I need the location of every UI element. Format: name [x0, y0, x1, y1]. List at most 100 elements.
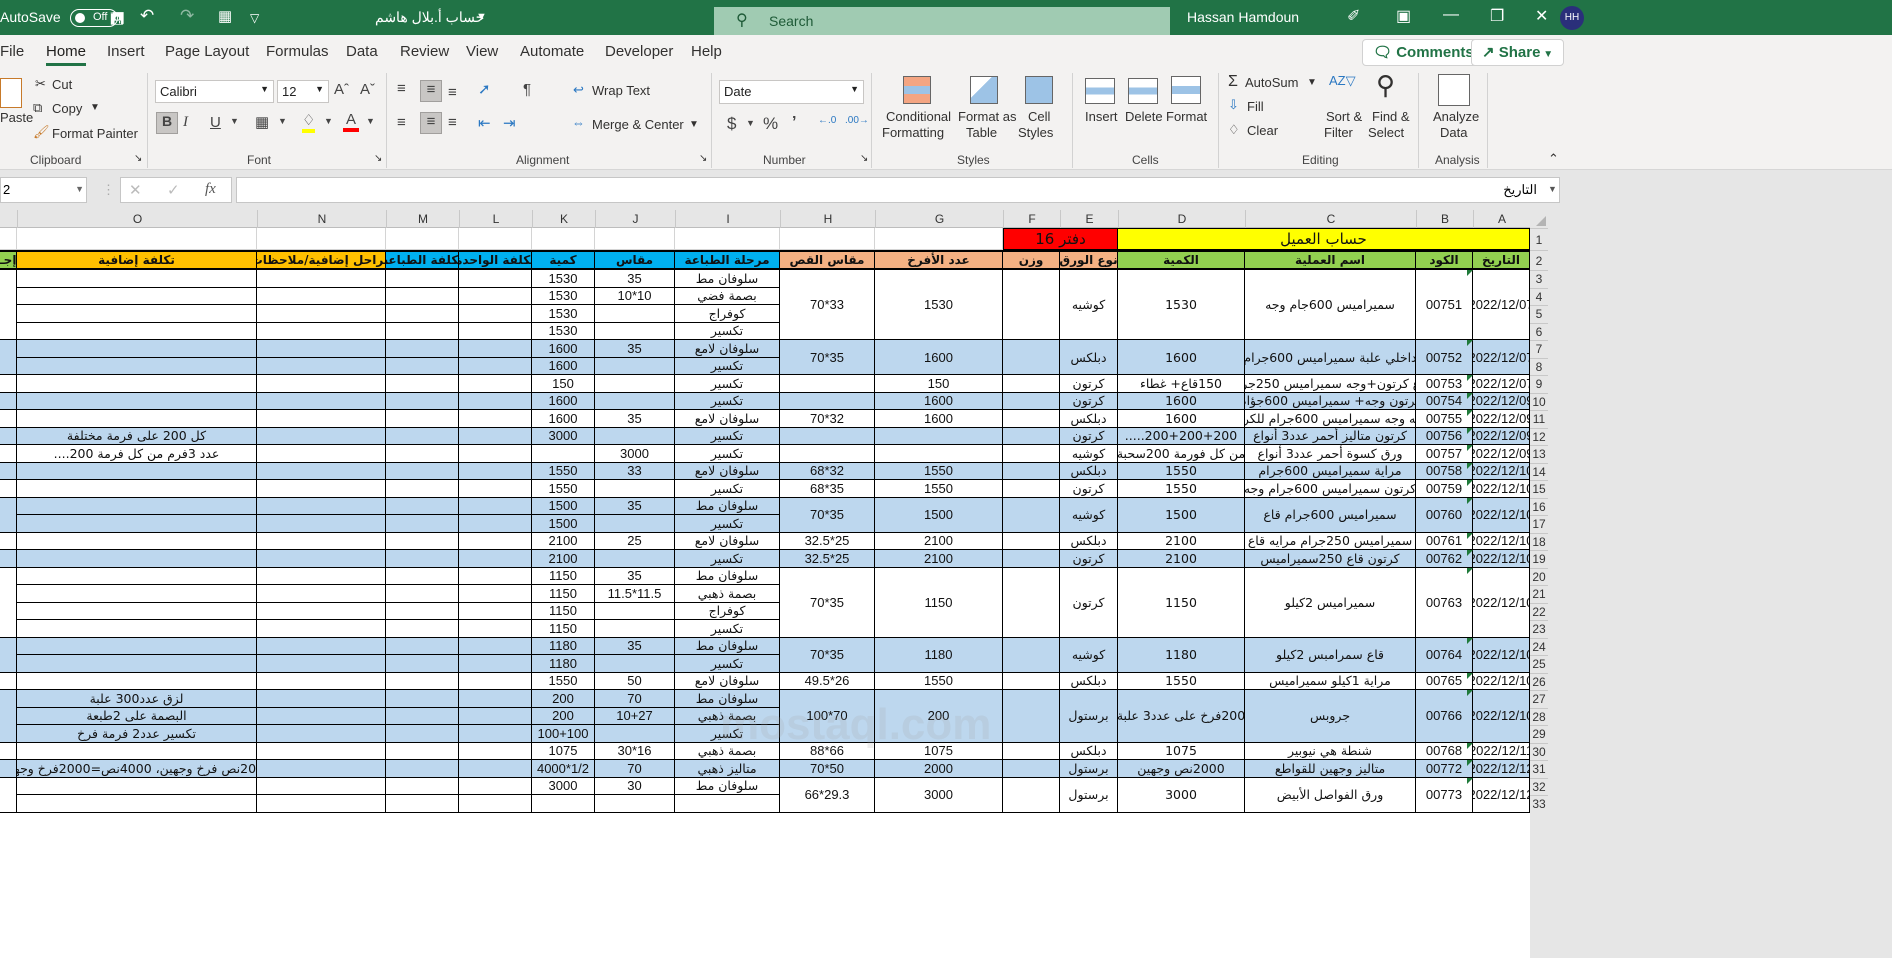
notes-cell[interactable]	[257, 305, 386, 323]
cut-size-cell[interactable]	[780, 445, 875, 463]
weight-cell[interactable]	[1003, 270, 1060, 340]
quantity-cell[interactable]: 200+200+200.....	[1118, 427, 1245, 445]
print-cost-cell[interactable]	[386, 287, 459, 305]
weight-cell[interactable]	[1003, 567, 1060, 638]
unit-cost-cell[interactable]	[459, 760, 532, 778]
date-cell[interactable]: 2022/12/10	[1473, 690, 1530, 743]
print-cost-cell[interactable]	[386, 480, 459, 498]
cut-size-cell[interactable]: 70*35	[780, 340, 875, 375]
unit-cost-cell[interactable]	[459, 567, 532, 585]
count-cell[interactable]: 1600	[532, 357, 595, 375]
sheets-cell[interactable]: 1600	[875, 392, 1003, 410]
sheets-cell[interactable]: 2000	[875, 760, 1003, 778]
header-cell-c[interactable]: اسم العملية	[1245, 250, 1416, 270]
total-cell[interactable]	[0, 637, 17, 673]
code-cell[interactable]: 00759	[1416, 480, 1473, 498]
date-cell[interactable]: 2022/12/12	[1473, 760, 1530, 778]
select-all-button[interactable]	[1530, 210, 1548, 228]
sheets-cell[interactable]: 3000	[875, 777, 1003, 813]
unit-cost-cell[interactable]	[459, 392, 532, 410]
header-cell-b[interactable]: الكود	[1416, 250, 1473, 270]
extra-cost-cell[interactable]	[17, 602, 257, 620]
notebook-cell[interactable]: دفتر 16	[1003, 228, 1118, 250]
format-cells-button[interactable]: Format	[1166, 109, 1207, 124]
paper-type-cell[interactable]: دبلكس	[1060, 340, 1118, 375]
weight-cell[interactable]	[1003, 550, 1060, 568]
count-cell[interactable]: 1550	[532, 462, 595, 480]
print-stage-cell[interactable]: سلوفان لامع	[675, 532, 780, 550]
sheets-cell[interactable]	[875, 445, 1003, 463]
row-header[interactable]: 22	[1530, 602, 1548, 621]
count-cell[interactable]: 1530	[532, 287, 595, 305]
chevron-down-icon[interactable]: ▼	[278, 116, 287, 126]
row-header[interactable]: 29	[1530, 725, 1548, 743]
unit-cost-cell[interactable]	[459, 375, 532, 393]
size-cell[interactable]	[595, 602, 675, 620]
header-cell-n[interactable]: مراحل إضافية/ملاحظات	[257, 250, 386, 270]
header-cell-p[interactable]: إجـ	[0, 250, 17, 270]
clear-button[interactable]: Clear	[1247, 123, 1278, 138]
quantity-cell[interactable]: 1530	[1118, 270, 1245, 340]
dialog-launcher-icon[interactable]: ↘	[374, 153, 382, 164]
fill-color-icon[interactable]: ♢	[302, 111, 316, 133]
cut-size-cell[interactable]: 68*35	[780, 480, 875, 498]
sheets-cell[interactable]: 2100	[875, 532, 1003, 550]
chevron-down-icon[interactable]: ▼	[324, 116, 333, 126]
quantity-cell[interactable]: 1180	[1118, 637, 1245, 673]
sheets-cell[interactable]: 1600	[875, 340, 1003, 375]
notes-cell[interactable]	[257, 427, 386, 445]
total-cell[interactable]	[0, 567, 17, 638]
date-cell[interactable]: 2022/12/12	[1473, 777, 1530, 813]
sheets-cell[interactable]	[875, 427, 1003, 445]
font-color-icon[interactable]: A	[343, 111, 359, 132]
notes-cell[interactable]	[257, 602, 386, 620]
cut-size-cell[interactable]: 32.5*25	[780, 532, 875, 550]
paper-type-cell[interactable]: كوشيه	[1060, 270, 1118, 340]
code-cell[interactable]: 00761	[1416, 532, 1473, 550]
unit-cost-cell[interactable]	[459, 497, 532, 515]
header-cell-d[interactable]: الكمية	[1118, 250, 1245, 270]
notes-cell[interactable]	[257, 620, 386, 638]
expand-formula-icon[interactable]: ▼	[1548, 184, 1557, 194]
undo-icon[interactable]: ↶	[140, 6, 154, 26]
total-cell[interactable]	[0, 777, 17, 813]
unit-cost-cell[interactable]	[459, 707, 532, 725]
cut-size-cell[interactable]: 70*35	[780, 497, 875, 533]
comma-button[interactable]: ’	[792, 114, 796, 132]
row-header[interactable]: 23	[1530, 620, 1548, 638]
column-header-b[interactable]: B	[1416, 210, 1473, 228]
total-cell[interactable]	[0, 532, 17, 550]
quantity-cell[interactable]: 150قاع+ غطاء	[1118, 375, 1245, 393]
header-cell-e[interactable]: نوع الورق	[1060, 250, 1118, 270]
extra-cost-cell[interactable]	[17, 672, 257, 690]
quantity-cell[interactable]: 1550	[1118, 462, 1245, 480]
print-stage-cell[interactable]: تكسير	[675, 375, 780, 393]
notes-cell[interactable]	[257, 515, 386, 533]
size-cell[interactable]	[595, 375, 675, 393]
unit-cost-cell[interactable]	[459, 480, 532, 498]
extra-cost-cell[interactable]	[17, 357, 257, 375]
extra-cost-cell[interactable]	[17, 410, 257, 428]
date-cell[interactable]: 2022/12/10	[1473, 462, 1530, 480]
code-cell[interactable]: 00765	[1416, 672, 1473, 690]
align-center-icon[interactable]: ≡	[420, 112, 442, 134]
unit-cost-cell[interactable]	[459, 305, 532, 323]
workbook-name[interactable]: حساب أ.بلال هاشم	[375, 9, 484, 26]
empty-cell[interactable]	[0, 228, 17, 250]
unit-cost-cell[interactable]	[459, 427, 532, 445]
print-cost-cell[interactable]	[386, 672, 459, 690]
total-cell[interactable]	[0, 672, 17, 690]
paper-type-cell[interactable]: كرتون	[1060, 480, 1118, 498]
job-name-cell[interactable]: مرايه وجه سميراميس 600جرام للكرتون	[1245, 410, 1416, 428]
count-cell[interactable]: 4000*1/2	[532, 760, 595, 778]
row-header[interactable]: 11	[1530, 410, 1548, 428]
count-cell[interactable]: 1600	[532, 392, 595, 410]
total-cell[interactable]	[0, 445, 17, 463]
weight-cell[interactable]	[1003, 375, 1060, 393]
paper-type-cell[interactable]: دبلكس	[1060, 410, 1118, 428]
header-cell-a[interactable]: التاريخ	[1473, 250, 1530, 270]
unit-cost-cell[interactable]	[459, 515, 532, 533]
print-cost-cell[interactable]	[386, 567, 459, 585]
weight-cell[interactable]	[1003, 497, 1060, 533]
column-header-o[interactable]: O	[17, 210, 257, 228]
